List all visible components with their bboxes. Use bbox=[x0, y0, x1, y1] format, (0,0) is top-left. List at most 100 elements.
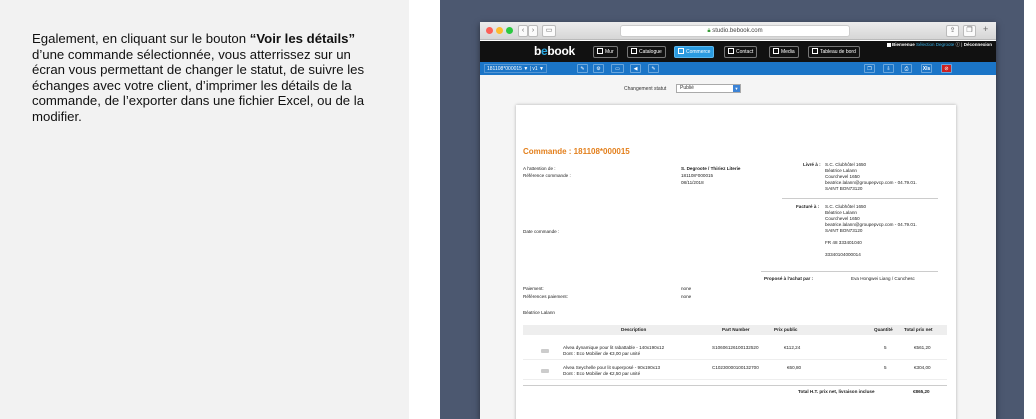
divider bbox=[782, 198, 938, 199]
copy-icon[interactable]: ❐ bbox=[864, 64, 875, 73]
maximize-window-icon[interactable] bbox=[506, 27, 513, 34]
logout-link[interactable]: Déconnexion bbox=[964, 42, 992, 47]
instruction-highlight: “Voir les détails” bbox=[249, 31, 356, 46]
catalogue-icon bbox=[631, 48, 637, 54]
nav-catalogue-label: Catalogue bbox=[639, 49, 662, 55]
info-icon[interactable]: ⓘ bbox=[956, 42, 961, 47]
cart-icon bbox=[678, 48, 684, 54]
nav-catalogue[interactable]: Catalogue bbox=[627, 46, 666, 58]
order-title: Commande : 181108*000015 bbox=[523, 147, 630, 156]
table-header: Description Part Number Prix public Quan… bbox=[523, 325, 947, 335]
browser-chrome: ‹ › ▭ 🔒︎ studio.bebook.com ⇪ ❐ + bbox=[480, 22, 996, 40]
card-icon[interactable]: ▭ bbox=[611, 64, 624, 73]
payment-ref-label: Références paiement: bbox=[523, 294, 568, 299]
nav-mur[interactable]: Mur bbox=[593, 46, 618, 58]
print-icon[interactable]: ⎙ bbox=[901, 64, 912, 73]
table-row[interactable]: Alvea Seychelle pour lit superposé - 90x… bbox=[523, 362, 947, 380]
page: Egalement, en cliquant sur le bouton “Vo… bbox=[0, 0, 1036, 419]
nav-media[interactable]: Media bbox=[769, 46, 799, 58]
ref-value: 181108*000015 bbox=[681, 173, 714, 178]
status-select[interactable]: Publié ▼ bbox=[676, 84, 741, 93]
delete-icon[interactable]: ⊘ bbox=[941, 64, 952, 73]
billed-address: S.C. Clubhôtel 1650 Béatrice Lalann Cour… bbox=[825, 204, 917, 258]
nav-commerce[interactable]: Commerce bbox=[674, 46, 715, 58]
product-thumbnail bbox=[541, 369, 549, 373]
forward-button[interactable]: › bbox=[528, 25, 538, 37]
row-total: €561,20 bbox=[914, 345, 931, 350]
header-total: Total prix net bbox=[904, 327, 933, 332]
nav-contact[interactable]: Contact bbox=[724, 46, 758, 58]
instruction-text-start: Egalement, en cliquant sur le bouton bbox=[32, 31, 250, 46]
media-icon bbox=[773, 48, 779, 54]
delivered-label: Livré à : bbox=[803, 162, 821, 167]
edit-icon[interactable]: ✎ bbox=[577, 64, 588, 73]
download-icon[interactable]: ⇩ bbox=[883, 64, 894, 73]
user-icon bbox=[886, 43, 891, 47]
row-part-number: S10606126100132520 bbox=[712, 345, 759, 350]
header-part-number: Part Number bbox=[722, 327, 750, 332]
user-menu: Bienvenue Sélection Degroote ⓘ | Déconne… bbox=[886, 42, 992, 48]
order-toolbar: 181108*000015 ▼ | v1 ▼ ✎ ⚙ ▭ ◀ ✎ ❐ ⇩ ⎙ X… bbox=[480, 62, 996, 75]
close-window-icon[interactable] bbox=[486, 27, 493, 34]
export-excel-button[interactable]: Xls bbox=[921, 64, 932, 73]
back-button[interactable]: ‹ bbox=[518, 25, 528, 37]
user-name[interactable]: Sélection Degroote bbox=[916, 42, 954, 47]
payment-value: none bbox=[681, 286, 692, 291]
separator: | bbox=[961, 42, 963, 47]
edit-pen-icon[interactable]: ✎ bbox=[648, 64, 659, 73]
row-quantity: 5 bbox=[884, 365, 887, 370]
nav-contact-label: Contact bbox=[736, 49, 754, 55]
browser-window: ‹ › ▭ 🔒︎ studio.bebook.com ⇪ ❐ + bebook … bbox=[480, 22, 996, 419]
total-value: €865,20 bbox=[913, 389, 930, 394]
order-select[interactable]: 181108*000015 ▼ | v1 ▼ bbox=[484, 64, 547, 73]
header-public-price: Prix public bbox=[774, 327, 798, 332]
welcome-text: Bienvenue bbox=[891, 42, 915, 47]
share-icon[interactable]: ⇪ bbox=[946, 25, 959, 37]
nav-dashboard[interactable]: Tableau de bord bbox=[808, 46, 860, 58]
address-line: SAINT BON73120 bbox=[825, 186, 863, 191]
url-text: studio.bebook.com bbox=[712, 28, 763, 34]
minimize-window-icon[interactable] bbox=[496, 27, 503, 34]
nav-media-label: Media bbox=[781, 49, 795, 55]
tabs-icon[interactable]: ❐ bbox=[963, 25, 976, 37]
row-part-number: C10230000100132700 bbox=[712, 365, 759, 370]
logo-part-b: b bbox=[534, 44, 542, 58]
divider bbox=[523, 385, 947, 386]
new-tab-icon[interactable]: + bbox=[983, 24, 988, 34]
sidebar-toggle-icon[interactable]: ▭ bbox=[542, 25, 556, 37]
row-eco-fee: Dont : Eco Mobilier de €2,50 par unité bbox=[563, 371, 641, 376]
nav-commerce-label: Commerce bbox=[686, 49, 711, 55]
payment-label: Paiement: bbox=[523, 286, 544, 291]
product-thumbnail bbox=[541, 349, 549, 353]
dashboard-icon bbox=[812, 48, 818, 54]
status-label: Changement statut bbox=[624, 86, 667, 92]
order-detail-content: Changement statut Publié ▼ Commande : 181… bbox=[480, 75, 996, 419]
order-date-value: 08/11/2018 bbox=[681, 180, 704, 185]
header-description: Description bbox=[621, 327, 647, 332]
settings-icon[interactable]: ⚙ bbox=[593, 64, 604, 73]
edit-icon bbox=[597, 48, 603, 54]
contact-icon bbox=[728, 48, 734, 54]
total-label: Total H.T. prix net, livraison incluse bbox=[798, 389, 875, 394]
logo-part-book: book bbox=[547, 44, 575, 58]
billed-label: Facturé à : bbox=[796, 204, 820, 209]
table-row[interactable]: Alvea dynamique pour lit rabattable - 14… bbox=[523, 342, 947, 360]
row-price: €112,24 bbox=[784, 345, 801, 350]
payment-ref-value: none bbox=[681, 294, 692, 299]
nav-dashboard-label: Tableau de bord bbox=[820, 49, 856, 55]
row-quantity: 5 bbox=[884, 345, 887, 350]
status-value: Publié bbox=[680, 85, 694, 91]
lock-icon: 🔒︎ bbox=[707, 28, 711, 34]
date-label: Date commande : bbox=[523, 229, 560, 234]
megaphone-icon[interactable]: ◀ bbox=[630, 64, 641, 73]
app-header: bebook Mur Catalogue Commerce Contact Me… bbox=[480, 41, 996, 62]
proposed-value: Eva Hongwei Liang / Cunchesc bbox=[851, 276, 915, 281]
bebook-logo[interactable]: bebook bbox=[534, 44, 575, 58]
row-eco-fee: Dont : Eco Mobilier de €3,00 par unité bbox=[563, 351, 641, 356]
instruction-text-end: d’une commande sélectionnée, vous atterr… bbox=[32, 46, 365, 124]
nav-mur-label: Mur bbox=[605, 49, 614, 55]
address-bar[interactable]: 🔒︎ studio.bebook.com bbox=[620, 25, 850, 37]
contact-name: Béatrice Lalann bbox=[523, 310, 555, 315]
attention-value: S. Degroote / Thiriez Literie bbox=[681, 166, 741, 171]
ref-label: Référence commande : bbox=[523, 173, 571, 178]
